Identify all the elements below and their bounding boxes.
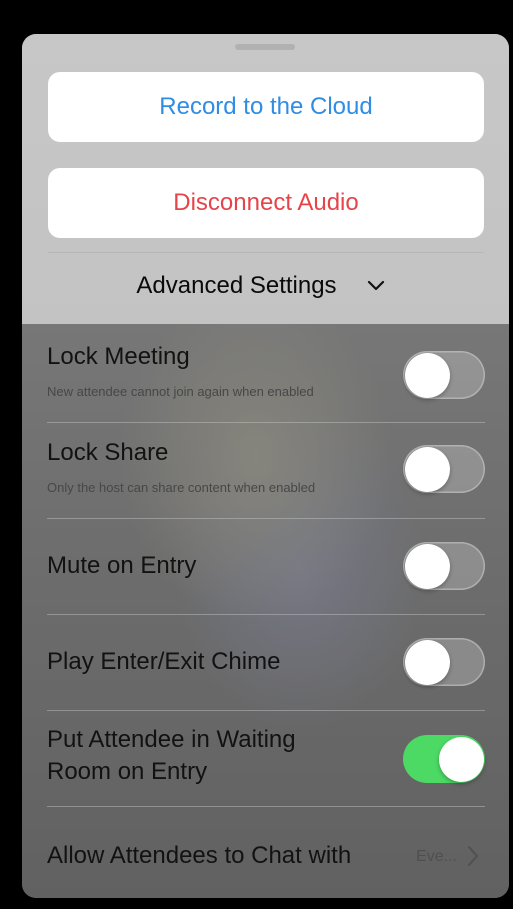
mute-on-entry-toggle[interactable]: [403, 542, 485, 590]
advanced-settings-label: Advanced Settings: [136, 272, 337, 299]
setting-title-line2: Room on Entry: [47, 758, 208, 785]
lock-meeting-toggle[interactable]: [403, 351, 485, 399]
setting-title: Mute on Entry: [47, 552, 197, 579]
toggle-knob: [404, 639, 450, 685]
record-to-cloud-button[interactable]: Record to the Cloud: [48, 72, 484, 142]
setting-row-chat-with[interactable]: Allow Attendees to Chat with Eve...: [47, 807, 485, 898]
toggle-knob: [438, 736, 484, 782]
setting-title: Allow Attendees to Chat with: [47, 842, 352, 869]
advanced-settings-toggle[interactable]: Advanced Settings: [22, 256, 509, 316]
setting-subtitle: Only the host can share content when ena…: [47, 480, 316, 495]
play-chime-toggle[interactable]: [403, 638, 485, 686]
sheet-grabber-handle[interactable]: [235, 44, 295, 50]
meeting-options-sheet: Record to the Cloud Disconnect Audio Adv…: [22, 34, 509, 898]
record-to-cloud-label: Record to the Cloud: [159, 93, 373, 120]
toggle-knob: [404, 543, 450, 589]
chevron-down-icon: [367, 280, 385, 292]
setting-title: Lock Meeting: [47, 343, 190, 370]
disconnect-audio-button[interactable]: Disconnect Audio: [48, 168, 484, 238]
setting-row-waiting-room: Put Attendee in Waiting Room on Entry: [47, 711, 485, 806]
setting-row-lock-share: Lock Share Only the host can share conte…: [47, 432, 485, 518]
setting-title-line1: Put Attendee in Waiting: [47, 726, 296, 753]
setting-row-play-chime: Play Enter/Exit Chime: [47, 615, 485, 710]
divider: [48, 252, 484, 253]
setting-row-lock-meeting: Lock Meeting New attendee cannot join ag…: [47, 334, 485, 422]
lock-share-toggle[interactable]: [403, 445, 485, 493]
setting-title: Play Enter/Exit Chime: [47, 648, 281, 675]
waiting-room-toggle[interactable]: [403, 735, 485, 783]
toggle-knob: [404, 446, 450, 492]
setting-title: Lock Share: [47, 439, 169, 466]
chat-with-value: Eve...: [416, 848, 457, 865]
setting-row-mute-on-entry: Mute on Entry: [47, 519, 485, 614]
disconnect-audio-label: Disconnect Audio: [173, 189, 359, 216]
chevron-right-icon: [467, 845, 479, 872]
setting-subtitle: New attendee cannot join again when enab…: [47, 384, 314, 399]
row-divider: [47, 422, 485, 423]
toggle-knob: [404, 352, 450, 398]
